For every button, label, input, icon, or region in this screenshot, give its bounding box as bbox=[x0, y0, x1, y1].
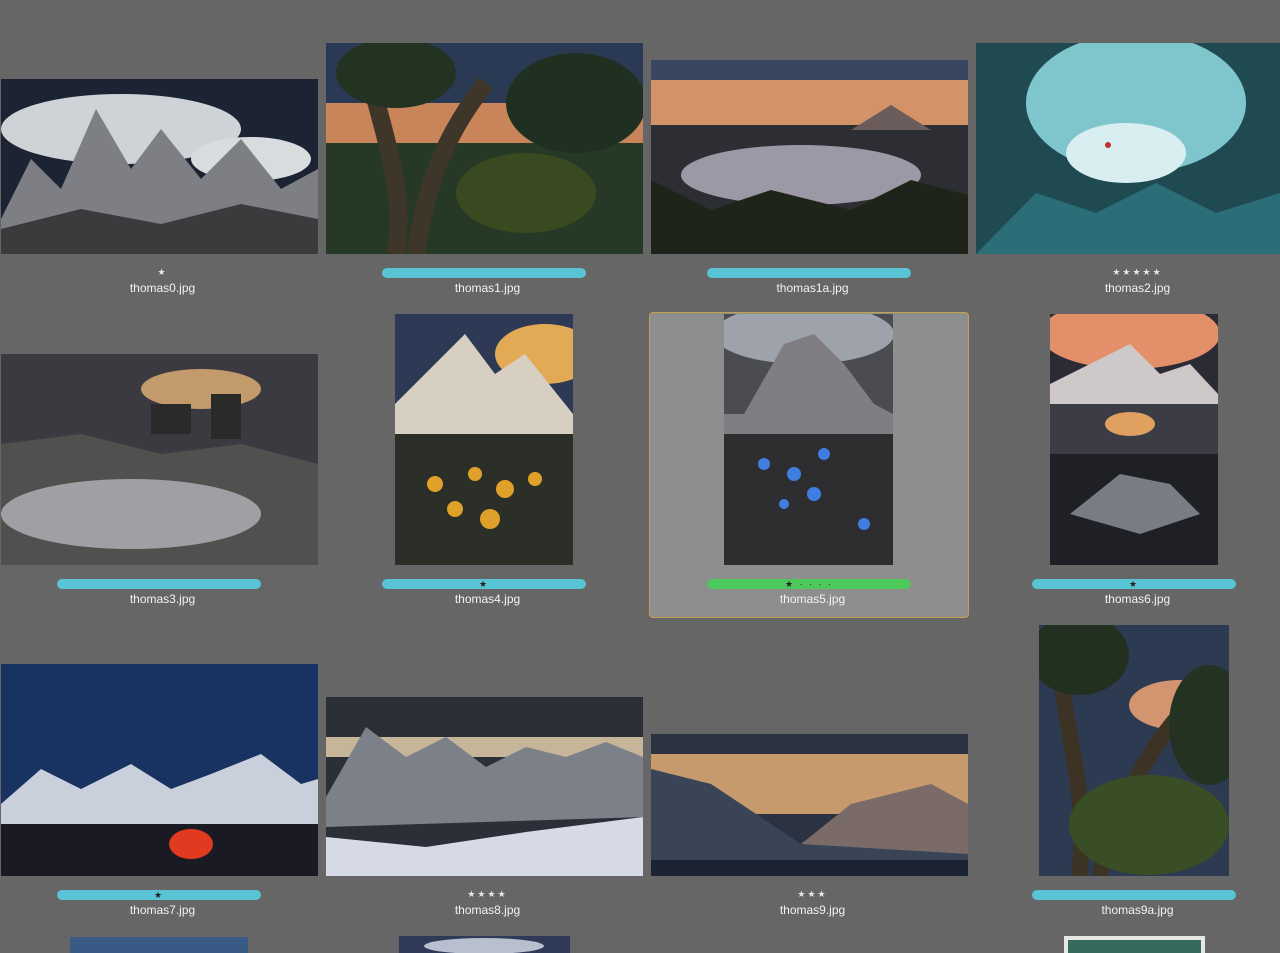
thumbnail-cell-thomas8[interactable]: ★★★★ thomas8.jpg bbox=[325, 628, 650, 938]
thumbnail-image[interactable] bbox=[326, 697, 643, 876]
color-label-bar: ★ bbox=[57, 890, 261, 900]
thumbnail-image[interactable] bbox=[724, 314, 893, 565]
thumbnail-image[interactable] bbox=[326, 43, 643, 254]
thumbnail-cell-thomas7[interactable]: ★ thomas7.jpg bbox=[0, 628, 325, 938]
file-name: thomas1.jpg bbox=[454, 281, 521, 295]
file-name: thomas7.jpg bbox=[129, 903, 196, 917]
thumbnail-cell-thomas4[interactable]: ★ thomas4.jpg bbox=[325, 314, 650, 627]
thumbnail-image[interactable] bbox=[395, 314, 573, 565]
file-name: thomas1a.jpg bbox=[776, 281, 849, 295]
thumbnail-image-partial[interactable] bbox=[1064, 936, 1205, 953]
rating-stars: ★ · · · · bbox=[784, 579, 834, 589]
rating-stars: ★★★ bbox=[797, 889, 828, 899]
color-label-bar: ★ · · · · bbox=[707, 579, 911, 589]
file-name: thomas5.jpg bbox=[779, 592, 846, 606]
thumbnail-cell-thomas0[interactable]: ★ thomas0.jpg bbox=[0, 6, 325, 316]
file-name: thomas2.jpg bbox=[1104, 281, 1171, 295]
thumbnail-cell-thomas1a[interactable]: thomas1a.jpg bbox=[650, 6, 975, 316]
thumbnail-image[interactable] bbox=[1, 79, 318, 254]
thumbnail-image[interactable] bbox=[1, 664, 318, 876]
file-name: thomas0.jpg bbox=[129, 281, 196, 295]
thumbnail-cell-thomas9a[interactable]: thomas9a.jpg bbox=[975, 625, 1280, 938]
thumbnail-image[interactable] bbox=[976, 43, 1280, 254]
color-label-bar: ★ bbox=[382, 579, 586, 589]
color-label-bar bbox=[382, 268, 586, 278]
file-name: thomas9.jpg bbox=[779, 903, 846, 917]
thumbnail-image[interactable] bbox=[1, 354, 318, 565]
thumbnail-image-partial[interactable] bbox=[70, 937, 248, 953]
thumbnail-cell-thomas1[interactable]: thomas1.jpg bbox=[325, 6, 650, 316]
thumbnail-image[interactable] bbox=[1039, 625, 1229, 876]
thumbnail-image[interactable] bbox=[651, 60, 968, 254]
thumbnail-cell-thomas3[interactable]: thomas3.jpg bbox=[0, 317, 325, 627]
rating-stars: ★ bbox=[153, 890, 165, 900]
thumbnail-cell-thomas6[interactable]: ★ thomas6.jpg bbox=[975, 314, 1280, 627]
rating-stars: ★ bbox=[1128, 579, 1140, 589]
thumbnail-cell-thomas5[interactable]: ★ · · · · thomas5.jpg bbox=[650, 314, 975, 627]
thumbnail-image[interactable] bbox=[1050, 314, 1218, 565]
rating-stars: ★★★★★ bbox=[1112, 267, 1163, 277]
file-name: thomas8.jpg bbox=[454, 903, 521, 917]
thumbnail-cell-thomas2[interactable]: ★★★★★ thomas2.jpg bbox=[975, 6, 1280, 316]
thumbnail-image[interactable] bbox=[651, 734, 968, 876]
thumbnail-image-partial[interactable] bbox=[399, 936, 570, 953]
color-label-bar bbox=[57, 579, 261, 589]
rating-stars: ★ bbox=[157, 267, 168, 277]
color-label-bar bbox=[1032, 890, 1236, 900]
color-label-bar bbox=[707, 268, 911, 278]
color-label-bar: ★ bbox=[1032, 579, 1236, 589]
thumbnail-cell-thomas9[interactable]: ★★★ thomas9.jpg bbox=[650, 628, 975, 938]
file-name: thomas6.jpg bbox=[1104, 592, 1171, 606]
rating-stars: ★★★★ bbox=[467, 889, 508, 899]
file-name: thomas3.jpg bbox=[129, 592, 196, 606]
rating-stars: ★ bbox=[478, 579, 490, 589]
file-name: thomas4.jpg bbox=[454, 592, 521, 606]
file-name: thomas9a.jpg bbox=[1101, 903, 1174, 917]
